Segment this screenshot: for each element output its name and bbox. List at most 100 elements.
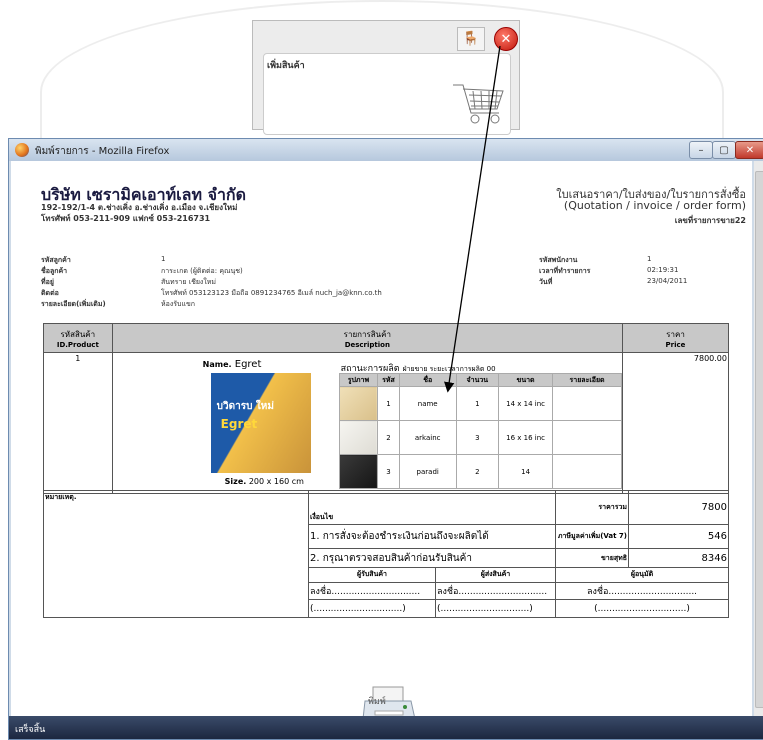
pattern-row: 2 arkainc 3 16 x 16 inc [338, 420, 622, 455]
net-label: ขายสุทธิ [555, 548, 629, 569]
signature-line: ลงชื่อ............................... [555, 581, 729, 601]
product-image: บวิดารบ ใหม่ Egret [210, 373, 311, 473]
header-price: ราคา Price [622, 323, 729, 353]
note-label: หมายเหตุ. [43, 490, 309, 618]
pattern-code: 1 [377, 386, 400, 421]
product-name-value: Egret [234, 359, 262, 370]
product-id: 1 [43, 352, 113, 494]
add-product-popup: 🪑 ✕ เพิ่มสินค้า [252, 20, 520, 135]
maximize-button[interactable]: ▢ [712, 141, 736, 159]
popup-close-button[interactable]: ✕ [494, 27, 518, 51]
pattern-header: ขนาด [498, 373, 554, 387]
pattern-detail [552, 454, 622, 489]
condition-2: 2. กรุณาตรวจสอบสินค้าก่อนรับสินค้า [308, 548, 556, 569]
header-desc-en: Description [344, 340, 390, 349]
order-info-value: 1 [647, 255, 652, 263]
pattern-header: ชื่อ [398, 373, 457, 387]
order-info-label: เวลาที่ทำรายการ [539, 267, 591, 275]
pattern-swatch [338, 454, 379, 489]
header-desc-th: รายการสินค้า [343, 329, 391, 339]
product-size-value: 200 x 160 cm [248, 477, 304, 486]
pattern-detail [552, 420, 622, 455]
pattern-swatch [338, 420, 379, 455]
pattern-size: 14 [498, 454, 554, 489]
pattern-name: arkainc [398, 420, 457, 455]
pattern-qty: 1 [455, 386, 500, 421]
signature-line: ลงชื่อ............................... [308, 581, 436, 601]
signature-title: ผู้รับสินค้า [308, 567, 436, 583]
print-preview-content: บริษัท เซรามิคเอาท์เลท จำกัด 192-192/1-4… [11, 161, 752, 716]
window-title: พิมพ์รายการ - Mozilla Firefox [35, 146, 170, 157]
company-tel: โทรศัพท์ 053-211-909 แฟกซ์ 053-216731 [41, 214, 211, 223]
subtotal-value: 7800 [628, 489, 729, 526]
pattern-name: paradi [398, 454, 457, 489]
product-name: Name. Egret [203, 359, 262, 370]
pattern-qty: 2 [455, 454, 500, 489]
pattern-swatch [338, 386, 379, 421]
header-id: รหัสสินค้า ID.Product [43, 323, 113, 353]
signature-title: ผู้อนุมัติ [555, 567, 729, 583]
header-price-th: ราคา [666, 329, 685, 339]
header-price-en: Price [665, 340, 686, 349]
pattern-header: รหัส [377, 373, 400, 387]
customer-label: รหัสลูกค้า [41, 256, 71, 264]
pattern-qty: 3 [455, 420, 500, 455]
chair-icon: 🪑 [462, 31, 480, 47]
status-text: เสร็จสิ้น [15, 725, 46, 735]
window-close-button[interactable]: ✕ [735, 141, 763, 159]
order-table: รหัสสินค้า ID.Product รายการสินค้า Descrip… [43, 323, 729, 494]
thumbnail-button[interactable]: 🪑 [457, 27, 485, 51]
summary-table: หมายเหตุ. เงื่อนไข ราคารวม 7800 1. การสั… [43, 489, 729, 618]
pattern-table: รูปภาพ รหัส ชื่อ จำนวน ขนาด รายละเอียด 1 [338, 373, 622, 489]
customer-value: การะเกด (ผู้ติดต่อ: คุณนุช) [161, 267, 243, 275]
condition-label: เงื่อนไข [308, 489, 556, 526]
customer-value: ห้องรับแขก [161, 300, 195, 308]
minimize-button[interactable]: – [689, 141, 713, 159]
signature-paren: (...............................) [555, 599, 729, 618]
product-price: 7800.00 [622, 352, 729, 494]
customer-label: ที่อยู่ [41, 278, 54, 286]
vertical-scrollbar[interactable] [754, 161, 763, 716]
order-info-label: วันที่ [539, 278, 553, 286]
signature-paren: (...............................) [308, 599, 436, 618]
shopping-cart-icon [453, 84, 504, 124]
pattern-header: รูปภาพ [338, 373, 379, 387]
header-id-en: ID.Product [56, 340, 99, 349]
pattern-row: 1 name 1 14 x 14 inc [338, 386, 622, 421]
product-name-label: Name. [202, 360, 232, 369]
table-row: 1 Name. Egret บวิดารบ ใหม่ Egret Size. 2… [43, 352, 729, 494]
customer-label: ชื่อลูกค้า [41, 267, 68, 275]
vat-label: ภาษีมูลค่าเพิ่ม(Vat 7) [555, 524, 629, 550]
pattern-size: 14 x 14 inc [498, 386, 554, 421]
product-area: Name. Egret บวิดารบ ใหม่ Egret Size. 200… [113, 353, 622, 491]
header-description: รายการสินค้า Description [111, 323, 624, 353]
customer-label: ติดต่อ [41, 289, 59, 297]
product-description: Name. Egret บวิดารบ ใหม่ Egret Size. 200… [111, 352, 624, 494]
order-info-label: รหัสพนักงาน [539, 256, 578, 264]
pattern-header: รายละเอียด [552, 373, 622, 387]
product-size-label: Size. [224, 477, 247, 486]
header-id-th: รหัสสินค้า [60, 329, 96, 339]
firefox-window: พิมพ์รายการ - Mozilla Firefox – ▢ ✕ บริษ… [8, 138, 763, 740]
signature-paren: (...............................) [435, 599, 556, 618]
signature-line: ลงชื่อ............................... [435, 581, 556, 601]
customer-value: สันทราย เชียงใหม่ [161, 278, 216, 286]
vat-value: 546 [628, 524, 729, 550]
scrollbar-thumb[interactable] [755, 171, 763, 708]
print-label[interactable]: พิมพ์ [368, 694, 386, 708]
popup-title: เพิ่มสินค้า [267, 61, 305, 71]
pattern-name: name [398, 386, 457, 421]
window-titlebar: พิมพ์รายการ - Mozilla Firefox – ▢ ✕ [9, 139, 763, 161]
pattern-code: 3 [377, 454, 400, 489]
order-info-value: 23/04/2011 [647, 277, 688, 285]
pattern-header: จำนวน [455, 373, 500, 387]
firefox-icon [15, 143, 29, 157]
document-subtitle: (Quotation / invoice / order form) [563, 199, 746, 212]
customer-label: รายละเอียด(เพิ่มเติม) [41, 300, 106, 308]
pattern-size: 16 x 16 inc [498, 420, 554, 455]
customer-value: โทรศัพท์ 053123123 มือถือ 0891234765 อีเ… [161, 289, 382, 297]
table-header-row: รหัสสินค้า ID.Product รายการสินค้า Descrip… [43, 323, 729, 353]
product-image-text: บวิดารบ ใหม่ [216, 401, 274, 412]
document-number: เลขที่รายการขาย22 [674, 216, 746, 225]
production-status-detail: ฝ่ายขาย ระยะเวลาการผลิต 00 [402, 365, 496, 373]
